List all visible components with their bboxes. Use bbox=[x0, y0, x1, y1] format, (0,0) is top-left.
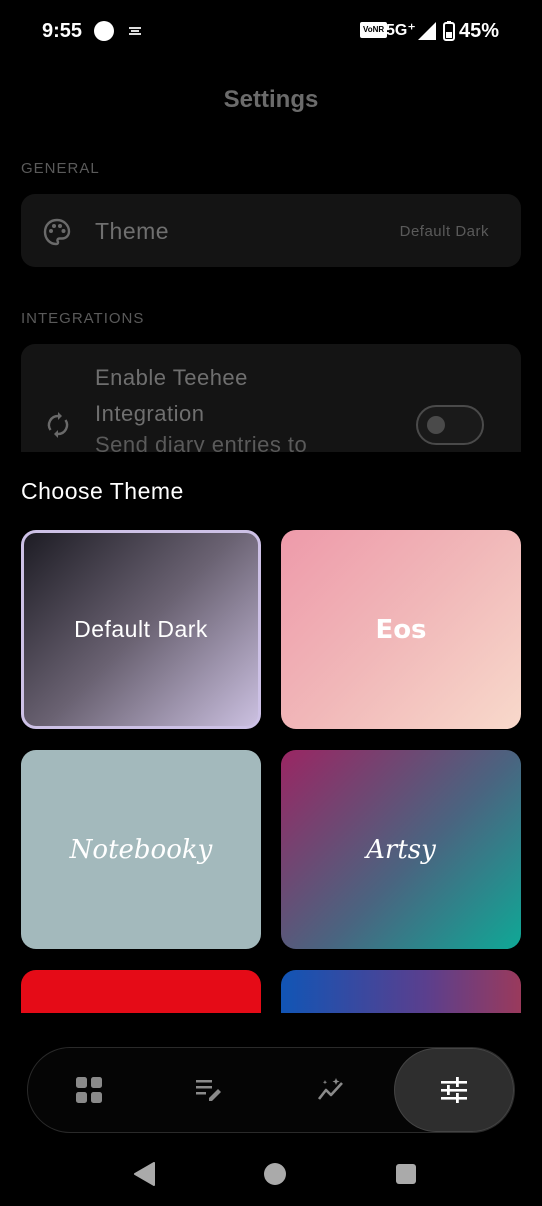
palette-icon bbox=[43, 218, 71, 246]
teehee-integration-row[interactable]: Enable Teehee Integration Send diary ent… bbox=[21, 344, 521, 452]
theme-tile-default-dark[interactable]: Default Dark bbox=[21, 530, 261, 729]
integrations-section-header: INTEGRATIONS bbox=[21, 310, 145, 327]
nav-grid-button[interactable] bbox=[44, 1048, 134, 1132]
theme-chooser-sheet: Choose Theme Default Dark Eos Notebooky … bbox=[0, 452, 542, 1013]
theme-setting-label: Theme bbox=[95, 218, 170, 244]
settings-screen: Settings GENERAL Theme Default Dark INTE… bbox=[0, 64, 542, 452]
status-time: 9:55 bbox=[42, 20, 83, 42]
page-title: Settings bbox=[223, 86, 319, 113]
theme-tile-blue[interactable] bbox=[281, 970, 521, 1013]
battery-icon bbox=[443, 21, 455, 41]
home-icon[interactable] bbox=[264, 1163, 286, 1185]
theme-tile-label: Artsy bbox=[366, 834, 436, 865]
integration-subtitle: Send diary entries to bbox=[95, 432, 308, 452]
tune-icon bbox=[441, 1077, 467, 1103]
integration-toggle[interactable] bbox=[416, 405, 484, 445]
insights-icon bbox=[317, 1078, 343, 1100]
volte-badge: VoNR bbox=[360, 22, 388, 38]
theme-setting-value: Default Dark bbox=[399, 223, 489, 240]
theme-setting-row[interactable]: Theme Default Dark bbox=[21, 194, 521, 267]
theme-tile-label: Default Dark bbox=[74, 616, 208, 642]
battery-percent: 45% bbox=[459, 20, 500, 42]
nav-settings-button[interactable] bbox=[394, 1048, 514, 1132]
system-nav-bar bbox=[0, 1140, 542, 1206]
signal-icon bbox=[418, 22, 436, 40]
theme-tile-eos[interactable]: Eos bbox=[281, 530, 521, 729]
edit-list-icon bbox=[196, 1080, 221, 1101]
integration-title: Enable Teehee Integration bbox=[95, 365, 248, 426]
bottom-nav bbox=[27, 1047, 515, 1133]
theme-tile-label: Eos bbox=[375, 614, 427, 645]
notification-small-icon bbox=[129, 27, 141, 35]
notification-dot-icon bbox=[94, 21, 114, 41]
theme-tile-label: Notebooky bbox=[69, 834, 213, 865]
network-type: 5G⁺ bbox=[386, 22, 416, 39]
theme-tile-red[interactable] bbox=[21, 970, 261, 1013]
sheet-title: Choose Theme bbox=[21, 478, 184, 504]
toggle-knob bbox=[427, 416, 445, 434]
status-bar: 9:55 VoNR 5G⁺ 45% bbox=[0, 0, 542, 64]
sync-icon bbox=[47, 412, 69, 438]
nav-entries-button[interactable] bbox=[164, 1048, 254, 1132]
general-section-header: GENERAL bbox=[21, 160, 100, 177]
recents-icon[interactable] bbox=[396, 1164, 416, 1184]
theme-tile-artsy[interactable]: Artsy bbox=[281, 750, 521, 949]
back-icon[interactable] bbox=[133, 1162, 155, 1186]
theme-tile-notebooky[interactable]: Notebooky bbox=[21, 750, 261, 949]
nav-insights-button[interactable] bbox=[286, 1048, 376, 1132]
grid-icon bbox=[76, 1077, 102, 1103]
